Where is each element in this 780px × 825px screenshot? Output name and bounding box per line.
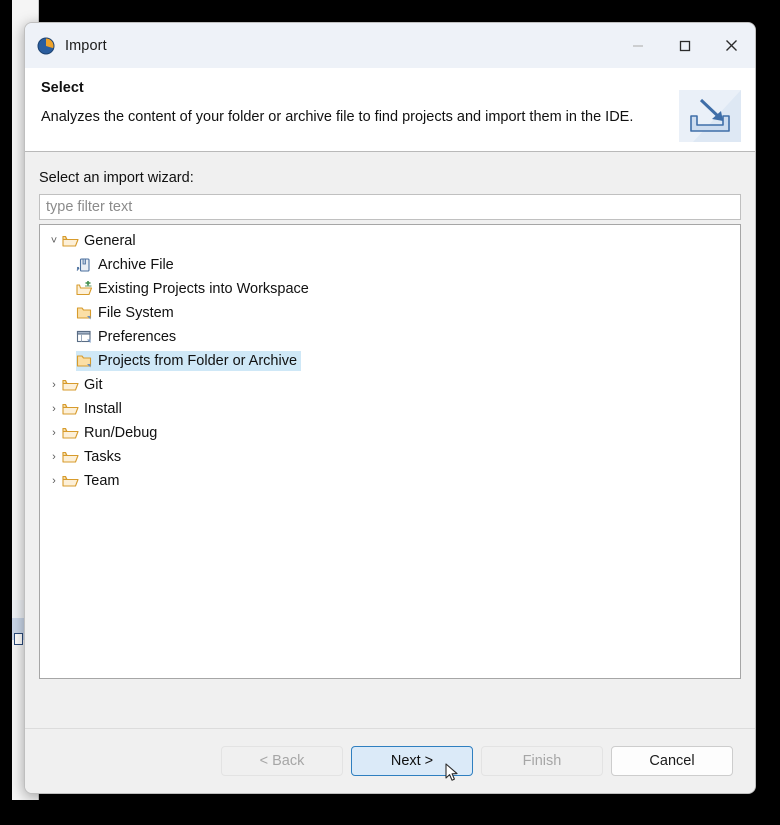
close-button[interactable] [708,23,755,68]
background-window-glyph [14,633,23,645]
wizard-select-label: Select an import wizard: [39,170,741,186]
tree-item-projects-from-folder-or-archive[interactable]: Projects from Folder or Archive [40,349,740,373]
chevron-right-icon[interactable]: › [46,404,62,415]
dialog-title: Import [65,38,107,54]
finish-button[interactable]: Finish [481,746,603,776]
tree-item-label: Preferences [98,330,176,345]
cancel-button[interactable]: Cancel [611,746,733,776]
open-folder-icon [62,473,79,489]
tree-item-team[interactable]: › Team [40,469,740,493]
tree-item-label: Team [84,474,119,489]
tree-item-git[interactable]: › Git [40,373,740,397]
tree-item-label: General [84,234,136,249]
dialog-button-bar: < Back Next > Finish Cancel [25,728,755,793]
chevron-right-icon[interactable]: › [46,428,62,439]
tree-item-general[interactable]: ˅ General [40,229,740,253]
wizard-tree[interactable]: ˅ General [39,224,741,679]
archive-file-icon [76,257,93,273]
open-folder-icon [62,233,79,249]
folder-icon [76,353,93,369]
dialog-body: Select an import wizard: type filter tex… [25,152,755,728]
tree-item-label: Install [84,402,122,417]
page-description: Analyzes the content of your folder or a… [41,109,701,125]
tree-item-preferences[interactable]: Preferences [40,325,740,349]
tree-item-label: Run/Debug [84,426,157,441]
open-folder-icon [62,401,79,417]
tree-item-label: File System [98,306,174,321]
folder-import-icon [76,281,93,297]
tree-item-archive-file[interactable]: Archive File [40,253,740,277]
filter-placeholder-text: type filter text [46,199,132,215]
dialog-titlebar: Import [25,23,755,68]
tree-item-label: Tasks [84,450,121,465]
tree-item-label: Git [84,378,103,393]
tree-item-label: Archive File [98,258,174,273]
tree-item-run-debug[interactable]: › Run/Debug [40,421,740,445]
open-folder-icon [62,449,79,465]
back-button[interactable]: < Back [221,746,343,776]
chevron-right-icon[interactable]: › [46,380,62,391]
tree-item-label: Projects from Folder or Archive [98,354,297,369]
open-folder-icon [62,425,79,441]
minimize-button[interactable] [614,23,661,68]
tree-item-file-system[interactable]: File System [40,301,740,325]
import-tray-icon [679,90,741,142]
window-controls [614,23,755,68]
tree-item-existing-projects[interactable]: Existing Projects into Workspace [40,277,740,301]
chevron-right-icon[interactable]: › [46,452,62,463]
tree-item-tasks[interactable]: › Tasks [40,445,740,469]
tree-item-install[interactable]: › Install [40,397,740,421]
preferences-window-icon [76,329,93,345]
tree-item-label: Existing Projects into Workspace [98,282,309,297]
eclipse-logo-icon [37,37,55,55]
chevron-right-icon[interactable]: › [46,476,62,487]
wizard-header: Select Analyzes the content of your fold… [25,68,755,152]
filter-input[interactable]: type filter text [39,194,741,220]
open-folder-icon [62,377,79,393]
folder-icon [76,305,93,321]
maximize-button[interactable] [661,23,708,68]
page-title: Select [41,80,755,96]
import-dialog: Import Select Analyzes the cont [24,22,756,794]
next-button[interactable]: Next > [351,746,473,776]
chevron-down-icon[interactable]: ˅ [46,236,62,247]
